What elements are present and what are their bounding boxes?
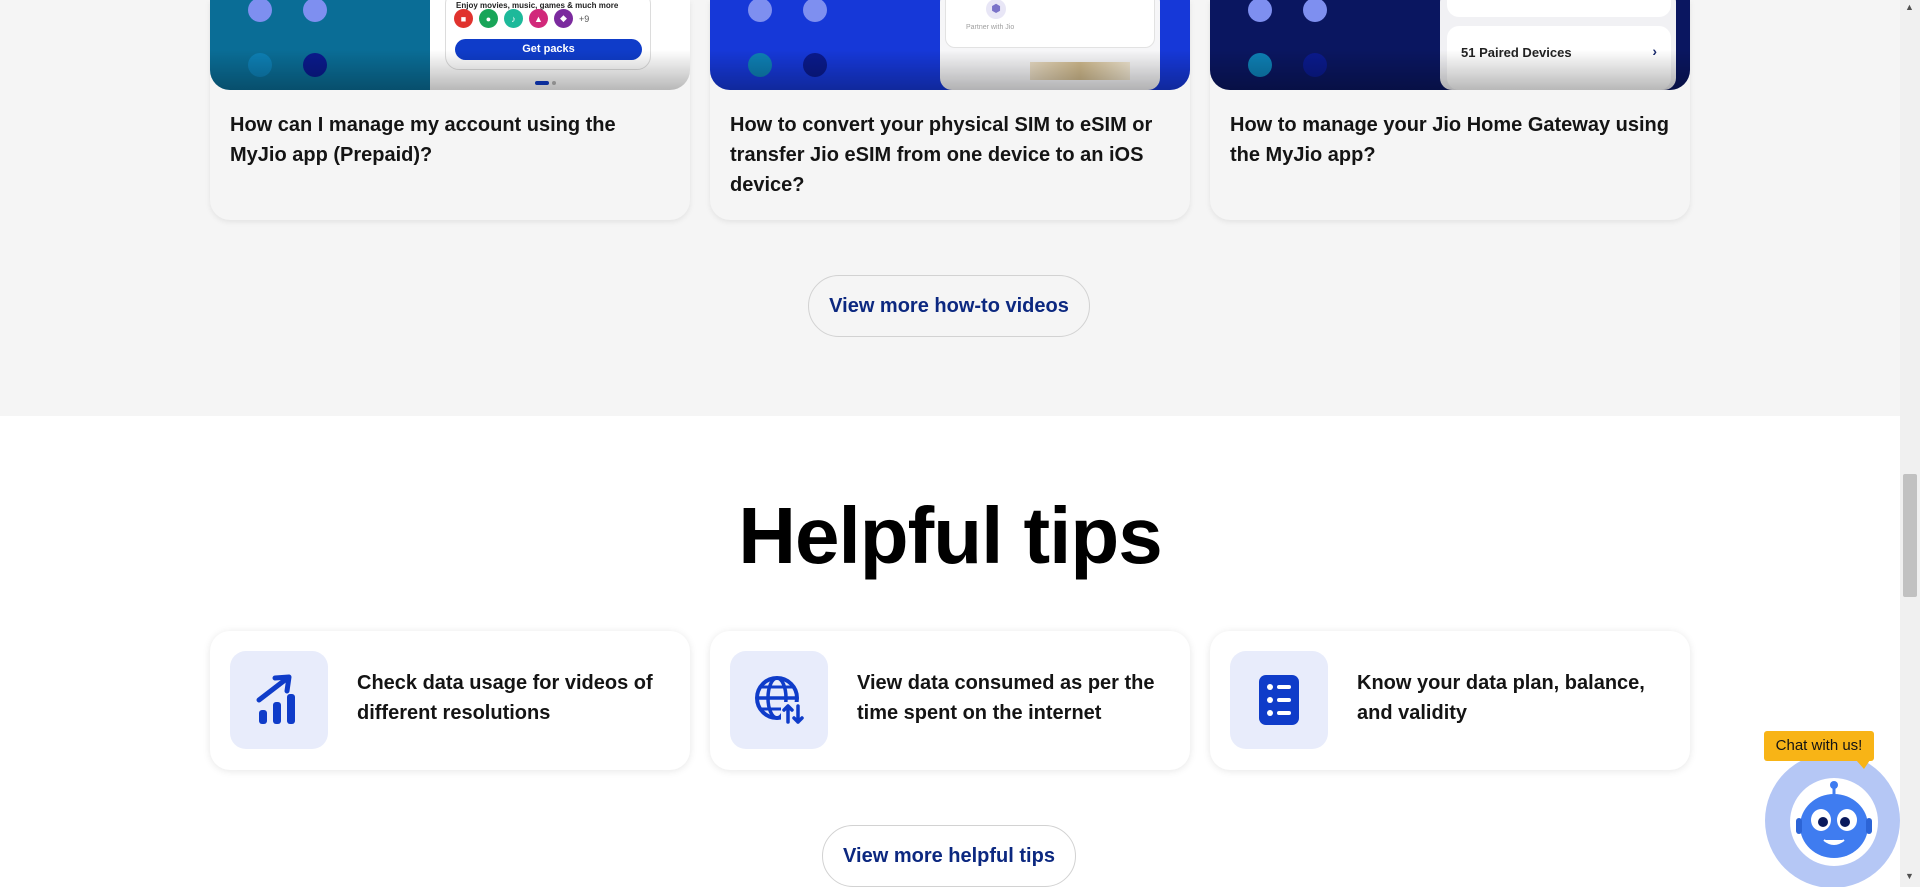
video-card-title[interactable]: How to manage your Jio Home Gateway usin… bbox=[1230, 110, 1670, 170]
partner-text: Partner with Jio bbox=[966, 24, 1015, 31]
view-more-tips-button[interactable]: View more helpful tips bbox=[822, 825, 1076, 887]
more-apps-count: +9 bbox=[579, 13, 590, 24]
video-thumbnail[interactable]: Enjoy movies, music, games & much more ■… bbox=[210, 0, 690, 90]
tv-app-icon: ■ bbox=[454, 9, 473, 28]
tip-text[interactable]: Check data usage for videos of different… bbox=[357, 668, 677, 728]
tip-icon-container bbox=[1230, 651, 1328, 749]
cinema-app-icon: ● bbox=[479, 9, 498, 28]
bar-chart-up-icon bbox=[256, 674, 295, 724]
tip-card-data-plan[interactable]: Know your data plan, balance, and validi… bbox=[1210, 631, 1690, 770]
tip-icon-container bbox=[230, 651, 328, 749]
chatbot-avatar-ring bbox=[1790, 778, 1878, 866]
video-card-title[interactable]: How can I manage my account using the My… bbox=[230, 110, 670, 170]
scroll-up-arrow-icon[interactable]: ▲ bbox=[1905, 2, 1914, 12]
decor-dot bbox=[303, 0, 327, 22]
thumbnail-gradient bbox=[1210, 50, 1690, 90]
video-card-esim-transfer[interactable]: ⬢ Partner with Jio How to convert your p… bbox=[710, 0, 1190, 220]
chat-bubble-tail bbox=[1856, 760, 1870, 769]
chat-with-us-bubble[interactable]: Chat with us! bbox=[1764, 731, 1874, 761]
news-app-icon: ◆ bbox=[554, 9, 573, 28]
app-icons-row: ■ ● ♪ ▲ ◆ +9 bbox=[454, 9, 589, 28]
phone-card: ⬢ Partner with Jio bbox=[945, 0, 1155, 48]
view-more-videos-button[interactable]: View more how-to videos bbox=[808, 275, 1090, 337]
decor-dot bbox=[1303, 0, 1327, 22]
video-card-myjio-prepaid[interactable]: Enjoy movies, music, games & much more ■… bbox=[210, 0, 690, 220]
decor-dot bbox=[748, 0, 772, 22]
decor-dot bbox=[1248, 0, 1272, 22]
video-card-home-gateway[interactable]: 51 Paired Devices › How to manage your J… bbox=[1210, 0, 1690, 220]
robot-icon bbox=[1796, 781, 1872, 858]
list-document-icon bbox=[1259, 675, 1299, 725]
chatbot-launcher[interactable] bbox=[1765, 753, 1900, 887]
phone-tile bbox=[1447, 0, 1671, 17]
tip-text[interactable]: View data consumed as per the time spent… bbox=[857, 668, 1177, 728]
video-thumbnail[interactable]: ⬢ Partner with Jio bbox=[710, 0, 1190, 90]
how-to-videos-section: Enjoy movies, music, games & much more ■… bbox=[0, 0, 1900, 416]
page-scrollbar[interactable]: ▲ ▼ bbox=[1900, 0, 1920, 887]
video-card-title[interactable]: How to convert your physical SIM to eSIM… bbox=[730, 110, 1170, 200]
thumbnail-gradient bbox=[210, 50, 690, 90]
globe-data-icon bbox=[755, 676, 805, 726]
video-thumbnail[interactable]: 51 Paired Devices › bbox=[1210, 0, 1690, 90]
scroll-down-arrow-icon[interactable]: ▼ bbox=[1905, 871, 1914, 881]
scrollbar-thumb[interactable] bbox=[1903, 474, 1917, 597]
decor-dot bbox=[803, 0, 827, 22]
tip-icon-container bbox=[730, 651, 828, 749]
saavn-app-icon: ♪ bbox=[504, 9, 523, 28]
helpful-tips-heading: Helpful tips bbox=[738, 491, 1163, 580]
tip-card-time-spent[interactable]: View data consumed as per the time spent… bbox=[710, 631, 1190, 770]
tip-card-video-usage[interactable]: Check data usage for videos of different… bbox=[210, 631, 690, 770]
thumbnail-gradient bbox=[710, 50, 1190, 90]
decor-dot bbox=[248, 0, 272, 22]
shield-badge-icon: ⬢ bbox=[986, 0, 1006, 19]
tip-text[interactable]: Know your data plan, balance, and validi… bbox=[1357, 668, 1677, 728]
games-app-icon: ▲ bbox=[529, 9, 548, 28]
